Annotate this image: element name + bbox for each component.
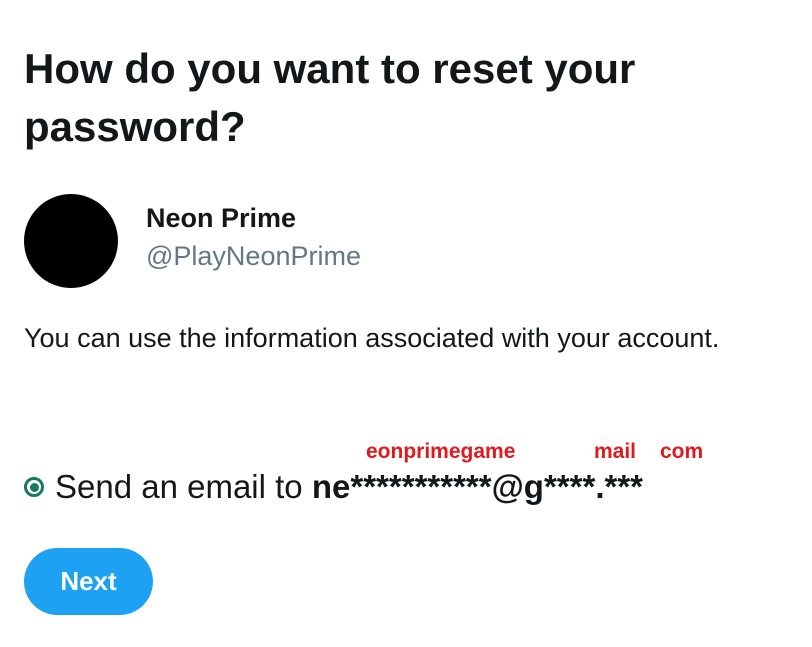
- annotation-local-part: eonprimegame: [366, 440, 516, 463]
- account-display-name: Neon Prime: [146, 203, 297, 233]
- account-handle: @PlayNeonPrime: [146, 241, 361, 271]
- annotation-domain-part: mail: [594, 440, 637, 463]
- email-option-label: Send an email to ne***********@g****.***: [55, 464, 643, 510]
- next-button[interactable]: Next: [24, 548, 153, 615]
- annotation-tld-part: com: [660, 440, 704, 463]
- page-title: How do you want to reset your password?: [24, 45, 636, 150]
- masked-email: ne***********@g****.***: [311, 468, 644, 505]
- account-names: Neon Prime @PlayNeonPrime: [146, 199, 361, 275]
- info-text: You can use the information associated w…: [24, 323, 720, 353]
- account-card: Neon Prime @PlayNeonPrime: [24, 194, 361, 288]
- radio-dot: [29, 482, 39, 492]
- radio-selected-icon[interactable]: [24, 477, 44, 497]
- avatar: [24, 194, 118, 288]
- email-reset-option[interactable]: Send an email to ne***********@g****.***: [24, 464, 643, 510]
- email-option-prefix: Send an email to: [55, 468, 312, 505]
